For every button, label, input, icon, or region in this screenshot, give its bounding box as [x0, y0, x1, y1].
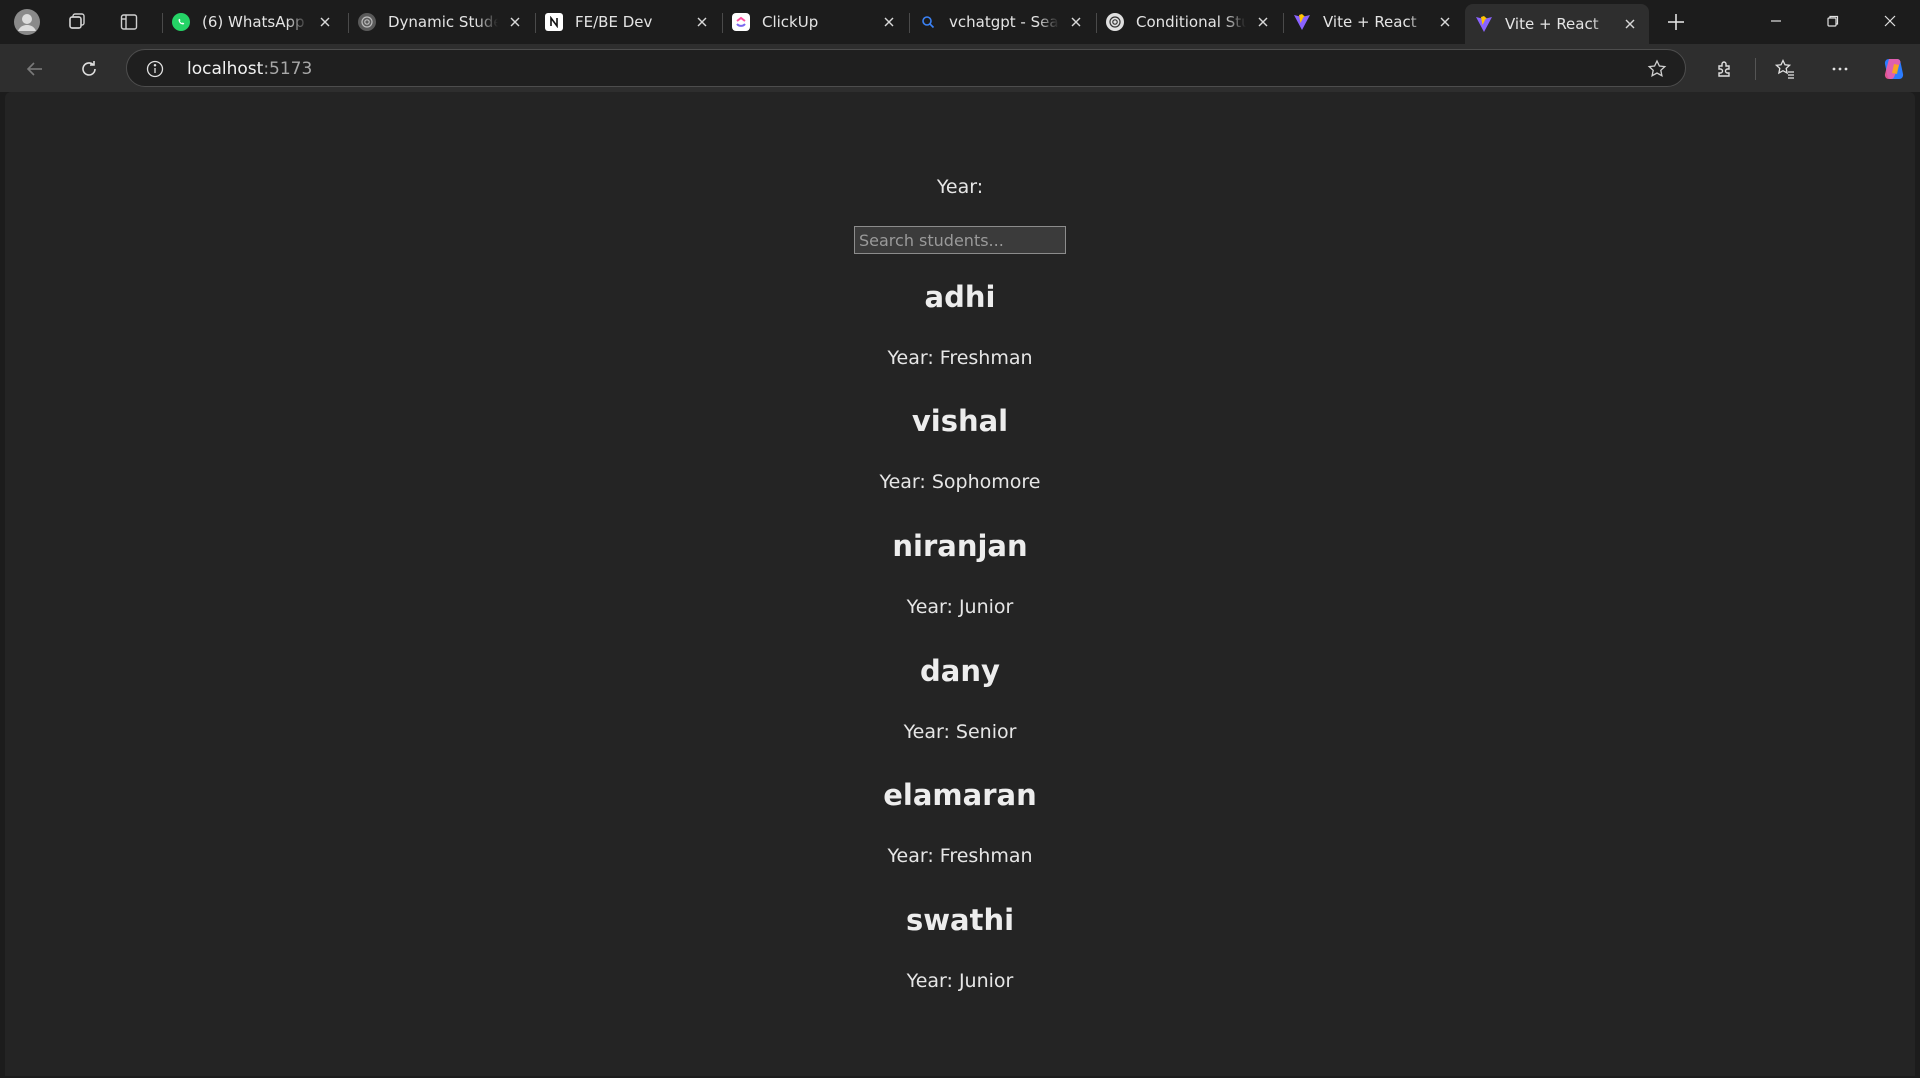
favorites-icon[interactable]: [1768, 52, 1802, 86]
student-card: dany Year: Senior: [5, 654, 1915, 743]
student-card: niranjan Year: Junior: [5, 529, 1915, 618]
close-icon[interactable]: [506, 13, 524, 31]
tab-title: ClickUp: [762, 13, 819, 31]
tab-title: Vite + React: [1323, 13, 1417, 31]
notion-icon: [545, 13, 563, 31]
toolbar-divider: [1755, 58, 1756, 80]
address-bar[interactable]: localhost:5173: [126, 49, 1686, 87]
tab-title: Dynamic Student: [388, 13, 498, 31]
student-year: Year: Sophomore: [879, 471, 1041, 493]
tab-separator: [162, 13, 163, 33]
close-icon[interactable]: [316, 13, 334, 31]
tab-separator: [722, 13, 723, 33]
url-host: localhost: [187, 59, 264, 79]
tab-title: Vite + React: [1505, 15, 1599, 33]
student-year: Year: Senior: [903, 721, 1017, 743]
chatgpt-icon: [358, 13, 376, 31]
tab-dynamic-student[interactable]: Dynamic Student: [348, 4, 534, 40]
browser-toolbar: localhost:5173: [0, 44, 1920, 92]
star-icon[interactable]: [1645, 57, 1669, 81]
vertical-tabs-icon[interactable]: [113, 6, 145, 38]
search-icon: [919, 13, 937, 31]
close-icon[interactable]: [880, 13, 898, 31]
search-input[interactable]: [854, 226, 1066, 254]
close-icon[interactable]: [1254, 13, 1272, 31]
tab-vite-react-active[interactable]: Vite + React: [1465, 4, 1649, 44]
tab-title: vchatgpt - Search: [949, 13, 1059, 31]
url-port: :5173: [263, 59, 313, 79]
student-name: dany: [920, 654, 1000, 688]
page-viewport: Year: adhi Year: Freshman vishal Year: S…: [5, 92, 1915, 1076]
student-card: swathi Year: Junior: [5, 903, 1915, 992]
student-card: adhi Year: Freshman: [5, 280, 1915, 369]
close-icon[interactable]: [693, 13, 711, 31]
year-filter-label: Year:: [936, 176, 984, 198]
tab-search[interactable]: vchatgpt - Search: [909, 4, 1095, 40]
close-icon[interactable]: [1621, 15, 1639, 33]
vite-icon: [1475, 15, 1493, 33]
student-name: swathi: [905, 903, 1015, 937]
student-card: elamaran Year: Freshman: [5, 778, 1915, 867]
tab-clickup[interactable]: ClickUp: [722, 4, 908, 40]
student-year: Year: Junior: [906, 970, 1014, 992]
reload-icon[interactable]: [72, 52, 106, 86]
minimize-icon[interactable]: [1748, 0, 1804, 42]
student-year: Year: Freshman: [887, 845, 1033, 867]
tab-separator: [909, 13, 910, 33]
close-icon[interactable]: [1067, 13, 1085, 31]
clickup-icon: [732, 13, 750, 31]
new-tab-button[interactable]: [1660, 6, 1692, 38]
student-name: adhi: [924, 280, 996, 314]
student-year: Year: Freshman: [887, 347, 1033, 369]
tab-whatsapp[interactable]: (6) WhatsApp: [162, 4, 344, 40]
workspaces-icon[interactable]: [61, 6, 93, 38]
url-text[interactable]: localhost:5173: [187, 59, 312, 79]
student-card: vishal Year: Sophomore: [5, 404, 1915, 493]
copilot-icon[interactable]: [1877, 52, 1911, 86]
tab-conditional-student[interactable]: Conditional Student: [1096, 4, 1282, 40]
back-arrow-icon[interactable]: [18, 52, 52, 86]
profile-icon[interactable]: [11, 6, 43, 38]
tab-separator: [1096, 13, 1097, 33]
tab-separator: [1283, 13, 1284, 33]
extensions-icon[interactable]: [1708, 52, 1742, 86]
site-info-icon[interactable]: [145, 59, 165, 79]
student-name: niranjan: [892, 529, 1028, 563]
student-name: vishal: [911, 404, 1009, 438]
tab-vite-react[interactable]: Vite + React: [1283, 4, 1464, 40]
more-options-icon[interactable]: [1823, 52, 1857, 86]
student-name: elamaran: [883, 778, 1037, 812]
tab-title: FE/BE Dev: [575, 13, 653, 31]
tab-separator: [348, 13, 349, 33]
tab-separator: [535, 13, 536, 33]
tab-title: (6) WhatsApp: [202, 13, 305, 31]
tab-strip: (6) WhatsApp Dynamic Student FE/BE Dev C…: [0, 0, 1920, 44]
tab-fe-be-dev[interactable]: FE/BE Dev: [535, 4, 721, 40]
chatgpt-icon: [1106, 13, 1124, 31]
close-icon[interactable]: [1436, 13, 1454, 31]
restore-icon[interactable]: [1805, 0, 1861, 42]
vite-icon: [1293, 13, 1311, 31]
whatsapp-icon: [172, 13, 190, 31]
student-year: Year: Junior: [906, 596, 1014, 618]
tab-title: Conditional Student: [1136, 13, 1246, 31]
window-close-icon[interactable]: [1862, 0, 1918, 42]
